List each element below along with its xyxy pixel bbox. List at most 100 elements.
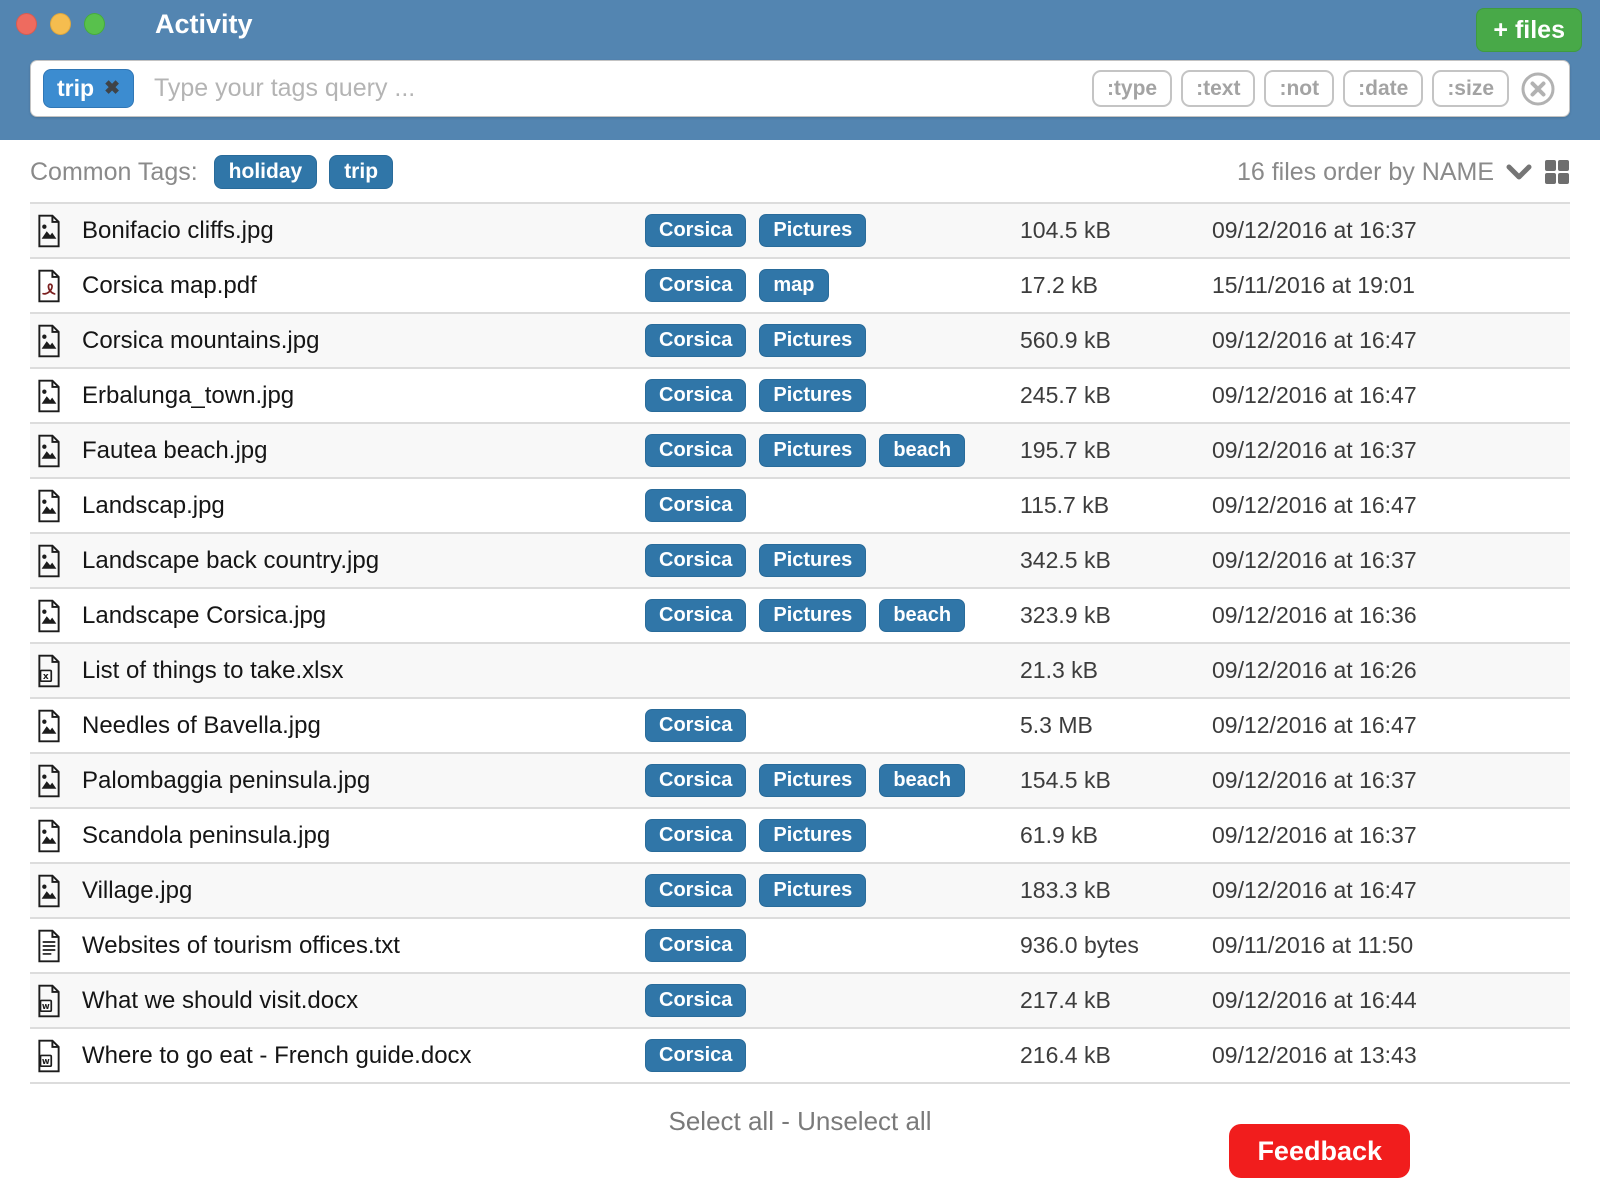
file-row[interactable]: Landscap.jpg Corsica 115.7 kB 09/12/2016… <box>30 479 1570 534</box>
image-file-icon <box>30 819 82 853</box>
tag-chip[interactable]: Pictures <box>759 324 866 357</box>
file-row[interactable]: Corsica map.pdf Corsicamap 17.2 kB 15/11… <box>30 259 1570 314</box>
tag-chip[interactable]: Corsica <box>645 324 746 357</box>
minimize-window-button[interactable] <box>50 13 71 35</box>
filter-text-button[interactable]: :text <box>1181 70 1255 107</box>
file-size: 5.3 MB <box>1020 712 1212 739</box>
tag-chip[interactable]: beach <box>879 599 965 632</box>
file-date: 09/12/2016 at 16:47 <box>1212 492 1570 519</box>
common-tag-trip[interactable]: trip <box>329 155 393 189</box>
file-size: 21.3 kB <box>1020 657 1212 684</box>
tag-chip[interactable]: Corsica <box>645 709 746 742</box>
file-row[interactable]: What we should visit.docx Corsica 217.4 … <box>30 974 1570 1029</box>
tag-chip[interactable]: Corsica <box>645 599 746 632</box>
add-files-button[interactable]: + files <box>1476 8 1582 52</box>
tag-chip[interactable]: Pictures <box>759 544 866 577</box>
file-row[interactable]: Landscape Corsica.jpg CorsicaPicturesbea… <box>30 589 1570 644</box>
file-size: 115.7 kB <box>1020 492 1212 519</box>
close-window-button[interactable] <box>16 13 37 35</box>
file-row[interactable]: List of things to take.xlsx 21.3 kB 09/1… <box>30 644 1570 699</box>
filter-size-button[interactable]: :size <box>1432 70 1509 107</box>
file-row[interactable]: Websites of tourism offices.txt Corsica … <box>30 919 1570 974</box>
file-name: Corsica map.pdf <box>82 272 645 300</box>
zoom-window-button[interactable] <box>84 13 105 35</box>
file-list: Bonifacio cliffs.jpg CorsicaPictures 104… <box>30 202 1570 1084</box>
file-name: Needles of Bavella.jpg <box>82 712 645 740</box>
file-tags: Corsica <box>645 929 1020 962</box>
image-file-icon <box>30 709 82 743</box>
tag-chip[interactable]: Corsica <box>645 819 746 852</box>
tag-chip[interactable]: beach <box>879 764 965 797</box>
selection-separator: - <box>774 1106 797 1136</box>
chevron-down-icon[interactable] <box>1506 164 1532 181</box>
clear-search-icon[interactable] <box>1519 70 1557 108</box>
file-size: 323.9 kB <box>1020 602 1212 629</box>
tags-query-bar: trip ✖ :type :text :not :date :size <box>30 60 1570 117</box>
file-date: 09/12/2016 at 16:47 <box>1212 327 1570 354</box>
tag-chip[interactable]: Corsica <box>645 269 746 302</box>
filter-date-button[interactable]: :date <box>1343 70 1423 107</box>
file-row[interactable]: Erbalunga_town.jpg CorsicaPictures 245.7… <box>30 369 1570 424</box>
file-tags: Corsica <box>645 709 1020 742</box>
filter-type-button[interactable]: :type <box>1092 70 1172 107</box>
file-count-order-label[interactable]: 16 files order by NAME <box>1237 158 1494 187</box>
file-row[interactable]: Bonifacio cliffs.jpg CorsicaPictures 104… <box>30 204 1570 259</box>
tag-chip[interactable]: Pictures <box>759 379 866 412</box>
grid-view-icon[interactable] <box>1544 159 1570 185</box>
tag-chip[interactable]: Corsica <box>645 874 746 907</box>
remove-search-tag-icon[interactable]: ✖ <box>104 79 120 98</box>
file-date: 15/11/2016 at 19:01 <box>1212 272 1570 299</box>
image-file-icon <box>30 324 82 358</box>
file-date: 09/12/2016 at 16:47 <box>1212 877 1570 904</box>
file-tags: Corsica <box>645 489 1020 522</box>
tag-chip[interactable]: Corsica <box>645 544 746 577</box>
active-search-tag-chip[interactable]: trip ✖ <box>43 69 134 108</box>
file-name: Scandola peninsula.jpg <box>82 822 645 850</box>
file-row[interactable]: Needles of Bavella.jpg Corsica 5.3 MB 09… <box>30 699 1570 754</box>
file-row[interactable]: Village.jpg CorsicaPictures 183.3 kB 09/… <box>30 864 1570 919</box>
file-name: Bonifacio cliffs.jpg <box>82 217 645 245</box>
tag-chip[interactable]: Pictures <box>759 599 866 632</box>
query-filter-buttons: :type :text :not :date :size <box>1092 70 1509 107</box>
word-file-icon <box>30 1039 82 1073</box>
file-name: What we should visit.docx <box>82 987 645 1015</box>
tag-chip[interactable]: beach <box>879 434 965 467</box>
file-tags: Corsica Pictures <box>645 819 1020 852</box>
tag-chip[interactable]: Pictures <box>759 764 866 797</box>
tag-chip[interactable]: Corsica <box>645 984 746 1017</box>
tag-chip[interactable]: Pictures <box>759 434 866 467</box>
tag-chip[interactable]: Corsica <box>645 489 746 522</box>
feedback-button[interactable]: Feedback <box>1229 1124 1410 1178</box>
file-row[interactable]: Scandola peninsula.jpg CorsicaPictures 6… <box>30 809 1570 864</box>
select-all-link[interactable]: Select all <box>668 1106 774 1136</box>
file-row[interactable]: Palombaggia peninsula.jpg CorsicaPicture… <box>30 754 1570 809</box>
file-row[interactable]: Fautea beach.jpg CorsicaPicturesbeach 19… <box>30 424 1570 479</box>
file-date: 09/12/2016 at 16:26 <box>1212 657 1570 684</box>
common-tags-label: Common Tags: <box>30 158 198 187</box>
file-size: 154.5 kB <box>1020 767 1212 794</box>
unselect-all-link[interactable]: Unselect all <box>797 1106 931 1136</box>
file-size: 216.4 kB <box>1020 1042 1212 1069</box>
tag-chip[interactable]: map <box>759 269 828 302</box>
tag-chip[interactable]: Corsica <box>645 1039 746 1072</box>
tag-chip[interactable]: Corsica <box>645 929 746 962</box>
tag-chip[interactable]: Pictures <box>759 214 866 247</box>
file-row[interactable]: Corsica mountains.jpg CorsicaPictures 56… <box>30 314 1570 369</box>
tag-chip[interactable]: Pictures <box>759 874 866 907</box>
file-row[interactable]: Landscape back country.jpg CorsicaPictur… <box>30 534 1570 589</box>
tag-chip[interactable]: Corsica <box>645 764 746 797</box>
file-date: 09/12/2016 at 16:37 <box>1212 547 1570 574</box>
tag-chip[interactable]: Corsica <box>645 434 746 467</box>
tag-chip[interactable]: Pictures <box>759 819 866 852</box>
filter-not-button[interactable]: :not <box>1264 70 1334 107</box>
tags-query-input[interactable] <box>154 74 1092 103</box>
file-name: Village.jpg <box>82 877 645 905</box>
order-controls: 16 files order by NAME <box>1237 158 1570 187</box>
image-file-icon <box>30 599 82 633</box>
file-row[interactable]: Where to go eat - French guide.docx Cors… <box>30 1029 1570 1084</box>
tag-chip[interactable]: Corsica <box>645 379 746 412</box>
file-date: 09/12/2016 at 16:37 <box>1212 822 1570 849</box>
common-tag-holiday[interactable]: holiday <box>214 155 318 189</box>
file-tags: Corsica Pictures <box>645 874 1020 907</box>
tag-chip[interactable]: Corsica <box>645 214 746 247</box>
